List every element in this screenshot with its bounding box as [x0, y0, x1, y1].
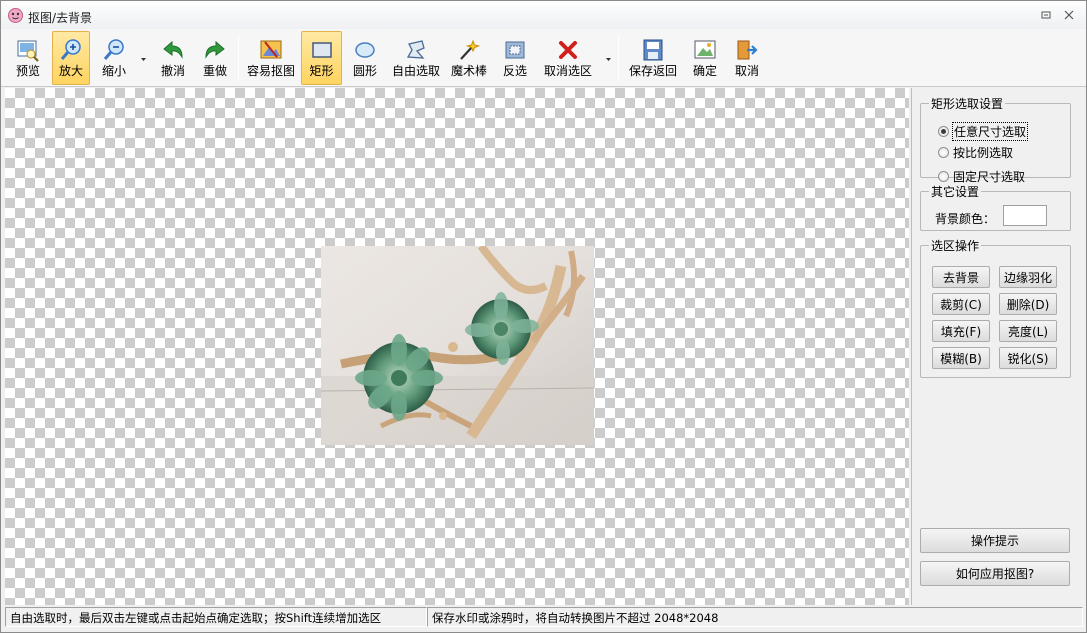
- preview-button[interactable]: 预览: [11, 31, 45, 85]
- invert-selection-button[interactable]: 反选: [497, 31, 533, 85]
- window-title: 抠图/去背景: [28, 11, 93, 25]
- toolbar: 预览 放大 缩小 撤消 重做 容易抠图 矩形 圆形 自由选取 魔术棒 反选 取消…: [1, 29, 1086, 87]
- magic-wand-icon: [460, 39, 481, 60]
- magic-wand-label: 魔术棒: [450, 64, 487, 78]
- rectangle-tool-button[interactable]: 矩形: [301, 31, 342, 85]
- tips-button[interactable]: 操作提示: [920, 528, 1070, 553]
- zoom-out-button[interactable]: 缩小: [96, 31, 132, 85]
- title-bar: 抠图/去背景: [1, 1, 1086, 29]
- toolbar-separator: [238, 35, 239, 81]
- selection-ops-legend: 选区操作: [931, 239, 980, 253]
- redo-button[interactable]: 重做: [197, 31, 233, 85]
- image-canvas[interactable]: [5, 88, 909, 605]
- free-select-button[interactable]: 自由选取: [389, 31, 443, 85]
- cancel-label: 取消: [734, 64, 759, 78]
- how-to-button[interactable]: 如何应用抠图?: [920, 561, 1070, 586]
- dropdown-icon: [141, 57, 146, 61]
- selection-dropdown-arrow[interactable]: [605, 55, 612, 63]
- zoom-dropdown-arrow[interactable]: [140, 55, 147, 63]
- invert-selection-icon: [505, 41, 525, 59]
- status-bar: 自由选取时，最后双击左键或点击起始点确定选取；按Shift连续增加选区 保存水印…: [5, 607, 1084, 627]
- cancel-selection-label: 取消选区: [543, 64, 592, 78]
- bg-color-label: 背景颜色：: [935, 212, 996, 226]
- toolbar-separator: [618, 35, 619, 81]
- zoom-in-button[interactable]: 放大: [52, 31, 90, 85]
- status-hint-left: 自由选取时，最后双击左键或点击起始点确定选取；按Shift连续增加选区: [5, 607, 427, 627]
- easy-cutout-icon: [260, 40, 282, 59]
- cancel-button[interactable]: 取消: [729, 31, 765, 85]
- save-return-button[interactable]: 保存返回: [625, 31, 681, 85]
- zoom-in-icon: [60, 39, 81, 60]
- restore-icon: [1041, 11, 1051, 19]
- lasso-icon: [406, 40, 425, 59]
- delete-button[interactable]: 删除(D): [999, 293, 1057, 315]
- undo-icon: [163, 40, 183, 59]
- radio-by-ratio-label: 按比例选取: [953, 146, 1014, 160]
- ellipse-label: 圆形: [352, 64, 377, 78]
- crop-button[interactable]: 裁剪(C): [932, 293, 990, 315]
- confirm-label: 确定: [692, 64, 717, 78]
- restore-button[interactable]: [1038, 8, 1054, 22]
- redo-icon: [205, 40, 225, 59]
- radio-by-ratio[interactable]: 按比例选取: [938, 144, 1013, 161]
- remove-background-button[interactable]: 去背景: [932, 266, 990, 288]
- easy-cutout-button[interactable]: 容易抠图: [244, 31, 298, 85]
- fill-button[interactable]: 填充(F): [932, 320, 990, 342]
- zoom-out-icon: [103, 39, 124, 60]
- succulent-photo: [321, 246, 594, 445]
- preview-icon: [17, 40, 39, 62]
- radio-any-size-label: 任意尺寸选取: [951, 122, 1029, 141]
- radio-any-size[interactable]: 任意尺寸选取: [938, 122, 1029, 141]
- undo-label: 撤消: [160, 64, 185, 78]
- undo-button[interactable]: 撤消: [155, 31, 191, 85]
- other-settings-group: 其它设置 背景颜色：: [920, 183, 1071, 231]
- right-panel: 矩形选取设置 任意尺寸选取 按比例选取 固定尺寸选取 其它设置 背景颜色： 选区…: [911, 88, 1084, 605]
- magic-wand-button[interactable]: 魔术棒: [448, 31, 490, 85]
- app-icon: [8, 8, 23, 23]
- free-select-label: 自由选取: [391, 64, 440, 78]
- other-settings-legend: 其它设置: [931, 185, 980, 199]
- zoom-out-label: 缩小: [101, 64, 126, 78]
- radio-checked-icon: [938, 126, 949, 137]
- radio-unchecked-icon: [938, 171, 949, 182]
- preview-label: 预览: [15, 64, 40, 78]
- status-hint-right: 保存水印或涂鸦时，将自动转换图片不超过 2048*2048: [427, 607, 1083, 627]
- rectangle-icon: [311, 42, 332, 58]
- selection-ops-group: 选区操作 去背景 边缘羽化 裁剪(C) 删除(D) 填充(F) 亮度(L) 模糊…: [920, 237, 1071, 378]
- radio-unchecked-icon: [938, 147, 949, 158]
- exit-door-icon: [737, 40, 758, 60]
- close-icon: [1064, 10, 1074, 20]
- feather-edge-button[interactable]: 边缘羽化: [999, 266, 1057, 288]
- rect-settings-legend: 矩形选取设置: [931, 97, 1004, 111]
- red-x-icon: [559, 41, 577, 59]
- save-return-label: 保存返回: [628, 64, 677, 78]
- confirm-icon: [694, 40, 716, 59]
- ellipse-icon: [355, 42, 375, 58]
- cancel-selection-button[interactable]: 取消选区: [541, 31, 595, 85]
- ellipse-tool-button[interactable]: 圆形: [347, 31, 383, 85]
- rectangle-label: 矩形: [309, 64, 334, 78]
- brightness-button[interactable]: 亮度(L): [999, 320, 1057, 342]
- confirm-button[interactable]: 确定: [687, 31, 723, 85]
- zoom-in-label: 放大: [58, 64, 83, 78]
- dropdown-icon: [606, 57, 611, 61]
- save-return-icon: [643, 39, 663, 61]
- bg-color-swatch[interactable]: [1003, 205, 1047, 226]
- blur-button[interactable]: 模糊(B): [932, 347, 990, 369]
- easy-cutout-label: 容易抠图: [246, 64, 295, 78]
- redo-label: 重做: [202, 64, 227, 78]
- sharpen-button[interactable]: 锐化(S): [999, 347, 1057, 369]
- invert-selection-label: 反选: [502, 64, 527, 78]
- cutout-window: 抠图/去背景 预览 放大 缩小 撤消 重做 容易抠图 矩形 圆形 自由选取 魔术…: [0, 0, 1087, 633]
- rect-settings-group: 矩形选取设置 任意尺寸选取 按比例选取 固定尺寸选取: [920, 95, 1071, 184]
- close-button[interactable]: [1061, 8, 1077, 22]
